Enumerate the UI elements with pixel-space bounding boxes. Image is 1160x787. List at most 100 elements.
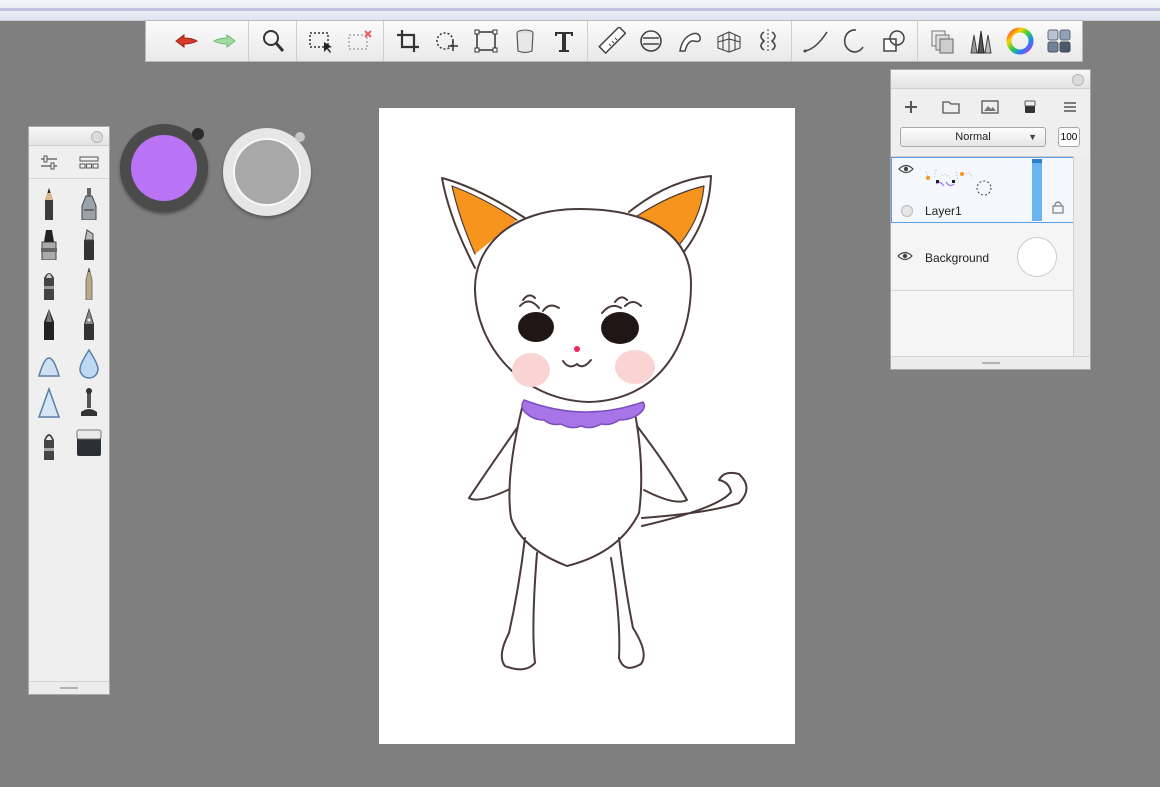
symmetry-button[interactable] bbox=[748, 22, 787, 60]
menu-icon bbox=[1064, 102, 1077, 112]
selection-clear-button[interactable] bbox=[340, 22, 379, 60]
panels-group bbox=[917, 21, 1082, 61]
text-button[interactable] bbox=[544, 22, 583, 60]
brush-puck-swatch bbox=[233, 138, 301, 206]
smear-brush[interactable] bbox=[29, 343, 69, 383]
ballpoint-icon bbox=[44, 273, 54, 300]
nib-pen-brush[interactable] bbox=[69, 303, 109, 343]
opacity-value: 100 bbox=[1060, 131, 1078, 143]
ruler-button[interactable] bbox=[592, 22, 631, 60]
brush-library-button[interactable] bbox=[961, 22, 1000, 60]
pencil-icon bbox=[45, 188, 53, 220]
distort-button[interactable] bbox=[466, 22, 505, 60]
stroke-ellipse-icon bbox=[843, 29, 864, 53]
layer-toolbar bbox=[891, 89, 1090, 125]
stroke-ellipse-button[interactable] bbox=[835, 22, 874, 60]
layer-row-layer1[interactable]: Layer1 bbox=[891, 157, 1074, 223]
transform-button[interactable] bbox=[427, 22, 466, 60]
eraser-pen-brush[interactable] bbox=[29, 423, 69, 463]
layer-editor-header[interactable] bbox=[891, 70, 1090, 89]
zoom-button[interactable] bbox=[253, 22, 292, 60]
add-group-button[interactable] bbox=[940, 96, 962, 118]
color-wheel-button[interactable] bbox=[1000, 22, 1039, 60]
color-puck[interactable] bbox=[120, 124, 208, 212]
layer-thumbnail bbox=[925, 169, 992, 196]
blend-mode-select[interactable]: Normal ▼ bbox=[900, 127, 1046, 147]
transform-icon bbox=[435, 32, 458, 51]
layer-list-scrollbar[interactable] bbox=[1073, 156, 1090, 358]
copic-palette-button[interactable] bbox=[1039, 22, 1078, 60]
triangle-icon bbox=[37, 386, 61, 418]
close-icon[interactable] bbox=[91, 131, 103, 143]
add-image-button[interactable] bbox=[979, 96, 1001, 118]
layer-menu-button[interactable] bbox=[1059, 96, 1081, 118]
brush-palette-header[interactable] bbox=[29, 127, 109, 146]
ballpoint-brush[interactable] bbox=[29, 263, 69, 303]
water-drop-icon bbox=[79, 348, 99, 379]
ruler-icon bbox=[597, 27, 626, 55]
airbrush-brush[interactable] bbox=[69, 183, 109, 223]
eraser-brush[interactable] bbox=[69, 423, 109, 463]
fill-button[interactable] bbox=[505, 22, 544, 60]
fill-bucket-icon bbox=[515, 29, 534, 54]
stamp-icon bbox=[81, 388, 97, 416]
crop-button[interactable] bbox=[388, 22, 427, 60]
layer-editor-resize-grip[interactable] bbox=[891, 356, 1090, 369]
stroke-shape-button[interactable] bbox=[874, 22, 913, 60]
marker-icon bbox=[84, 229, 94, 260]
brush-puck-handle-icon[interactable] bbox=[295, 132, 305, 142]
layers-icon bbox=[931, 30, 953, 54]
text-icon bbox=[554, 32, 573, 52]
pencil-brush[interactable] bbox=[29, 183, 69, 223]
undo-button[interactable] bbox=[166, 22, 205, 60]
redo-button[interactable] bbox=[205, 22, 244, 60]
brush-palette-tabs bbox=[29, 146, 109, 179]
stroke-line-button[interactable] bbox=[796, 22, 835, 60]
brush-puck[interactable] bbox=[223, 128, 311, 216]
brush-palette bbox=[28, 126, 110, 695]
brush-palette-resize-grip[interactable] bbox=[29, 681, 109, 694]
brush-settings-icon[interactable] bbox=[39, 154, 59, 172]
paintbrush-icon bbox=[41, 230, 57, 260]
layer-name: Layer1 bbox=[925, 204, 962, 218]
paint-brush[interactable] bbox=[29, 223, 69, 263]
selection-button[interactable] bbox=[301, 22, 340, 60]
perspective-button[interactable] bbox=[709, 22, 748, 60]
add-layer-button[interactable] bbox=[900, 96, 922, 118]
blur-brush[interactable] bbox=[69, 343, 109, 383]
stamp-brush[interactable] bbox=[69, 383, 109, 423]
drawing-canvas[interactable] bbox=[379, 108, 795, 744]
clear-layer-button[interactable] bbox=[1019, 96, 1041, 118]
plus-icon bbox=[904, 101, 917, 113]
inking-icon bbox=[44, 309, 54, 340]
layers-button[interactable] bbox=[922, 22, 961, 60]
layer-row-background[interactable]: Background bbox=[891, 223, 1074, 291]
opacity-button[interactable]: 100 bbox=[1058, 127, 1080, 147]
french-curve-button[interactable] bbox=[670, 22, 709, 60]
background-color-swatch[interactable] bbox=[1017, 237, 1057, 277]
redo-icon bbox=[212, 34, 236, 48]
eye-icon[interactable] bbox=[898, 164, 914, 174]
inking-brush[interactable] bbox=[29, 303, 69, 343]
layer-editor: Normal ▼ 100 Layer1 Background bbox=[890, 69, 1091, 370]
layer-opacity-bar[interactable] bbox=[1032, 159, 1042, 221]
brush-grid bbox=[29, 179, 109, 463]
ellipse-guide-button[interactable] bbox=[631, 22, 670, 60]
eye-icon[interactable] bbox=[897, 251, 913, 261]
brush-sets-icon[interactable] bbox=[79, 154, 99, 172]
color-puck-handle-icon[interactable] bbox=[192, 128, 204, 140]
selection-group bbox=[296, 21, 383, 61]
sharpen-brush[interactable] bbox=[29, 383, 69, 423]
crop-icon bbox=[396, 30, 419, 52]
copic-palette-icon bbox=[1047, 29, 1070, 53]
undo-icon bbox=[174, 34, 198, 48]
lock-icon[interactable] bbox=[1052, 200, 1064, 214]
distort-icon bbox=[474, 29, 497, 53]
close-icon[interactable] bbox=[1072, 74, 1084, 86]
view-group bbox=[248, 21, 296, 61]
layer-select-radio[interactable] bbox=[901, 205, 913, 217]
pencil-hard-brush[interactable] bbox=[69, 263, 109, 303]
marker-brush[interactable] bbox=[69, 223, 109, 263]
perspective-icon bbox=[716, 31, 741, 53]
stroke-line-icon bbox=[803, 31, 828, 53]
